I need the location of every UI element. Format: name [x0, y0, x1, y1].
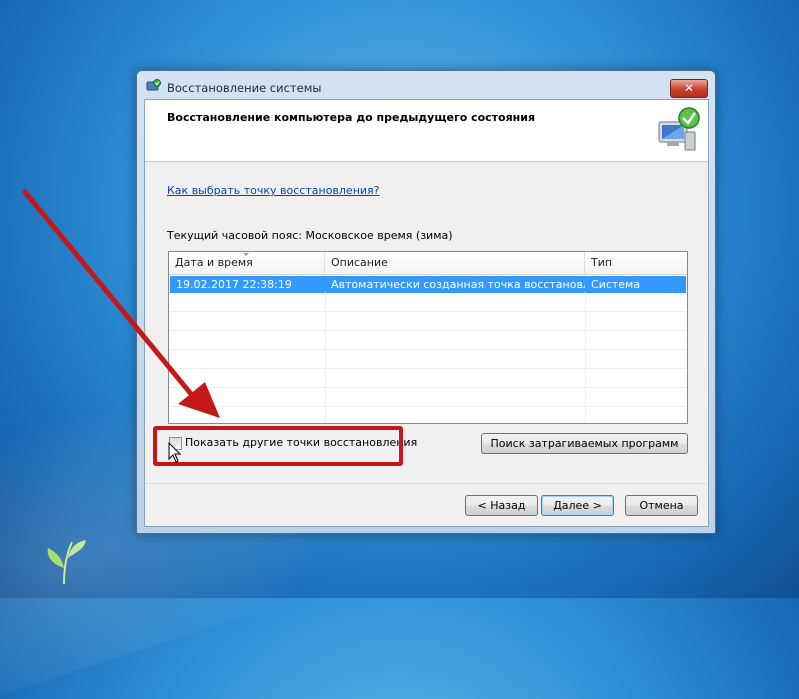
title-bar[interactable]: Восстановление системы ✕ [137, 71, 715, 99]
grid-line [170, 349, 686, 350]
back-button[interactable]: < Назад [465, 495, 538, 516]
footer-divider [145, 483, 708, 484]
grid-line [170, 406, 686, 407]
close-button[interactable]: ✕ [670, 79, 708, 98]
window-title: Восстановление системы [167, 81, 322, 95]
page-title: Восстановление компьютера до предыдущего… [167, 111, 536, 124]
grid-line [325, 292, 326, 422]
grid-line [170, 368, 686, 369]
header-pane: Восстановление компьютера до предыдущего… [145, 100, 708, 162]
row-type: Система [591, 278, 641, 291]
column-header-type[interactable]: Тип [585, 252, 687, 274]
next-button[interactable]: Далее > [541, 495, 614, 516]
table-row[interactable]: 19.02.2017 22:38:19 Автоматически создан… [170, 276, 686, 293]
row-date: 19.02.2017 22:38:19 [176, 278, 292, 291]
search-affected-programs-button[interactable]: Поиск затрагиваемых программ [481, 433, 688, 454]
list-header: Дата и время Описание Тип [169, 252, 687, 275]
cancel-button[interactable]: Отмена [625, 495, 698, 516]
annotation-highlight-box [153, 426, 403, 466]
system-restore-icon [146, 79, 161, 91]
grid-line [170, 387, 686, 388]
desktop-leaf-logo [47, 540, 86, 585]
system-restore-computer-icon [658, 107, 700, 151]
restore-points-list[interactable]: Дата и время Описание Тип 19.02.2017 22:… [168, 251, 688, 424]
sort-arrow-icon [243, 253, 249, 256]
grid-line [585, 292, 586, 422]
help-link[interactable]: Как выбрать точку восстановления? [167, 184, 380, 197]
grid-line [170, 330, 686, 331]
timezone-label: Текущий часовой пояс: Московское время (… [167, 229, 453, 242]
mouse-cursor-icon [168, 442, 182, 463]
column-header-description[interactable]: Описание [325, 252, 585, 274]
row-description: Автоматически созданная точка восстановл… [331, 278, 585, 291]
grid-line [170, 311, 686, 312]
